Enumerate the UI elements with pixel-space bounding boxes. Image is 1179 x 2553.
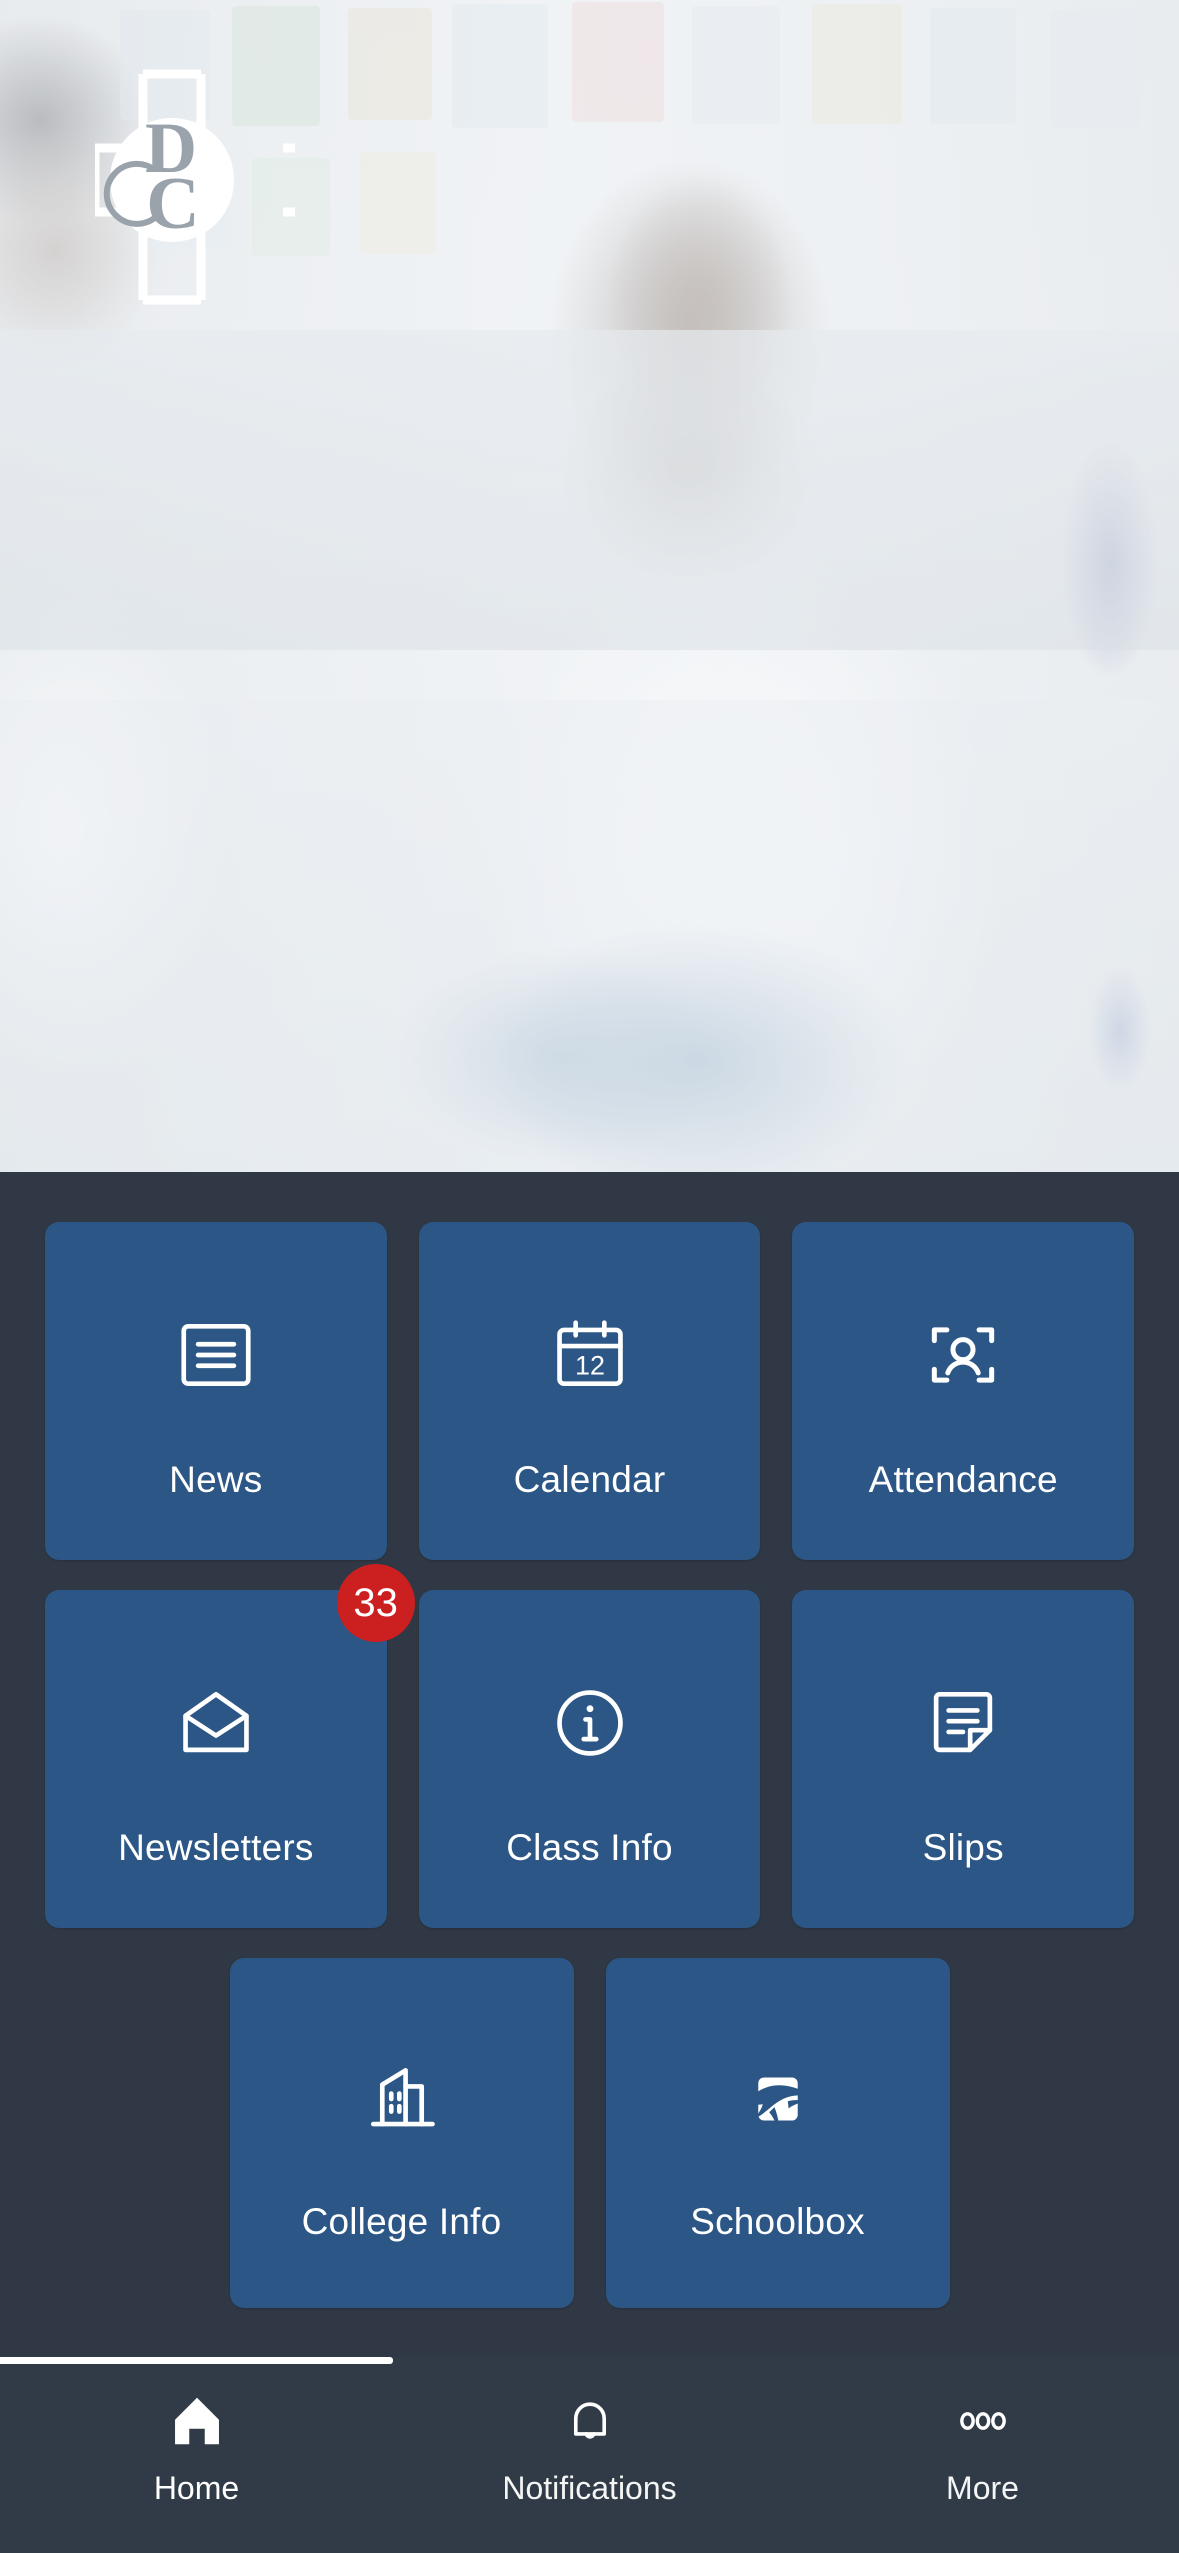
tile-row-2: 33 Newsletters Class Info Slips	[45, 1564, 1135, 1928]
tile-calendar[interactable]: 12 Calendar	[418, 1222, 761, 1560]
nav-progress-indicator	[0, 2357, 393, 2364]
tile-row-3: College Info Schoolbox	[45, 1958, 1134, 2308]
schoolbox-marlin-icon	[735, 2056, 821, 2142]
bell-outline-icon	[559, 2390, 621, 2452]
tile-label: Newsletters	[118, 1827, 314, 1868]
calendar-icon: 12	[547, 1312, 633, 1398]
college-logo: D C	[95, 52, 295, 310]
tile-class-info[interactable]: Class Info	[418, 1590, 761, 1928]
tile-label: News	[169, 1459, 263, 1500]
tile-schoolbox[interactable]: Schoolbox	[605, 1958, 950, 2308]
tile-label: Attendance	[868, 1459, 1058, 1500]
bottom-nav-items: Home Notifications More	[0, 2364, 1179, 2553]
nav-item-home[interactable]: Home	[0, 2364, 393, 2553]
hero-banner: D C	[0, 0, 1179, 1172]
tile-label: College Info	[301, 2201, 502, 2242]
tile-label: Schoolbox	[690, 2201, 865, 2242]
tile-label: Slips	[922, 1827, 1004, 1868]
news-lines-icon	[173, 1312, 259, 1398]
tile-row-1: News 12 Calendar Attendance	[45, 1222, 1135, 1560]
more-dots-icon	[952, 2390, 1014, 2452]
tile-grid: News 12 Calendar Attendance 33 Newslette…	[0, 1172, 1179, 2357]
bottom-navigation-bar: Home Notifications More	[0, 2357, 1179, 2553]
app-root: D C News 12 Calendar Attendance 33 Newsl…	[0, 0, 1179, 2553]
nav-item-label: More	[946, 2469, 1019, 2506]
attendance-scan-person-icon	[920, 1312, 1006, 1398]
tile-news[interactable]: News	[45, 1222, 387, 1560]
building-icon	[359, 2056, 445, 2142]
newsletters-unread-badge: 33	[336, 1564, 415, 1642]
tile-college-info[interactable]: College Info	[229, 1958, 574, 2308]
home-filled-icon	[166, 2390, 228, 2452]
document-folded-corner-icon	[920, 1680, 1006, 1766]
envelope-open-icon	[173, 1680, 259, 1766]
info-circle-icon	[547, 1680, 633, 1766]
tile-newsletters[interactable]: 33 Newsletters	[45, 1564, 415, 1928]
nav-item-label: Notifications	[502, 2469, 677, 2506]
svg-text:12: 12	[575, 1351, 605, 1381]
tile-slips[interactable]: Slips	[792, 1590, 1135, 1928]
tile-attendance[interactable]: Attendance	[792, 1222, 1135, 1560]
nav-item-notifications[interactable]: Notifications	[393, 2364, 786, 2553]
tile-label: Class Info	[506, 1827, 673, 1868]
tile-label: Calendar	[513, 1459, 666, 1500]
svg-text:C: C	[146, 163, 199, 245]
nav-item-more[interactable]: More	[786, 2364, 1179, 2553]
nav-item-label: Home	[153, 2469, 240, 2506]
